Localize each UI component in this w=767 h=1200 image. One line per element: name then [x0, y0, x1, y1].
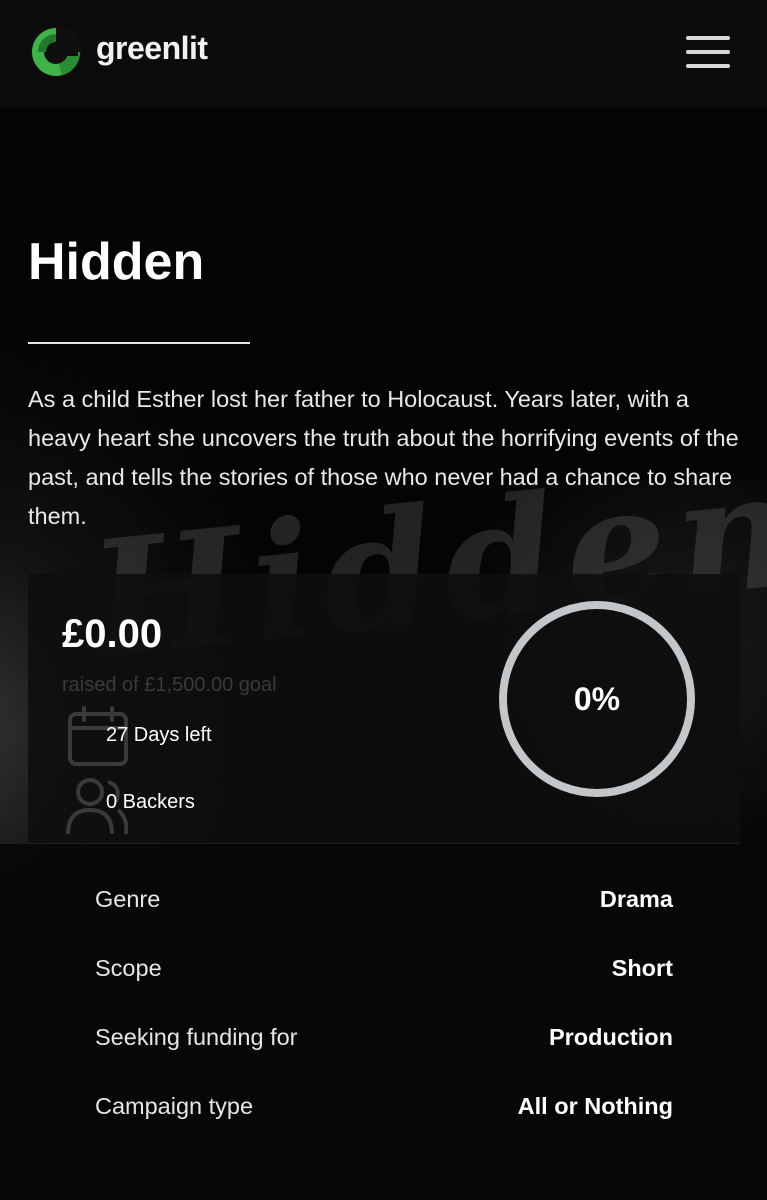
- funding-goal: raised of £1,500.00 goal: [62, 674, 277, 696]
- detail-label: Scope: [95, 955, 162, 981]
- title-divider: [28, 342, 250, 344]
- project-description: As a child Esther lost her father to Hol…: [28, 386, 739, 529]
- detail-row-funding-stage: Seeking funding for Production: [95, 1018, 673, 1058]
- menu-bar: [686, 64, 730, 68]
- menu-bar: [686, 36, 730, 40]
- detail-row-genre: Genre Drama: [95, 880, 673, 920]
- detail-label: Genre: [95, 886, 161, 912]
- backers-count: 0 Backers: [106, 791, 195, 813]
- brand-name[interactable]: greenlit: [96, 30, 208, 67]
- raised-amount: £0.00: [62, 612, 163, 656]
- greenlit-logo-icon[interactable]: [28, 24, 84, 80]
- detail-value: Production: [548, 1024, 673, 1050]
- project-details: Genre Drama Scope Short Seeking funding …: [0, 844, 767, 1200]
- hamburger-menu-icon[interactable]: [684, 34, 732, 70]
- project-title: Hidden: [28, 233, 205, 291]
- site-header: greenlit: [0, 0, 767, 108]
- detail-value: Short: [611, 955, 673, 981]
- funding-card: £0.00 raised of £1,500.00 goal 27 Days l…: [28, 574, 740, 844]
- detail-label: Campaign type: [95, 1093, 254, 1119]
- progress-percent: 0%: [573, 681, 621, 717]
- days-left: 27 Days left: [106, 724, 212, 746]
- project-page: Hidden greenlit Hidden As a child Esther…: [0, 0, 767, 1200]
- menu-bar: [686, 50, 730, 54]
- detail-row-campaign-type: Campaign type All or Nothing: [95, 1087, 673, 1127]
- detail-row-scope: Scope Short: [95, 949, 673, 989]
- detail-label: Seeking funding for: [95, 1024, 298, 1050]
- detail-value: All or Nothing: [517, 1093, 673, 1119]
- detail-value: Drama: [599, 886, 673, 912]
